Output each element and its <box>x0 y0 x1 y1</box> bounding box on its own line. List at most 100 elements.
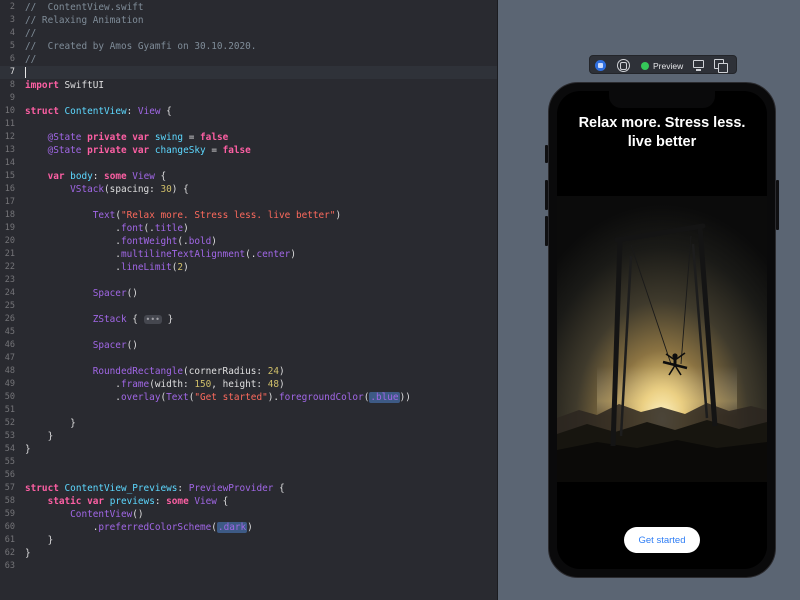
code-token: ) <box>211 236 217 247</box>
code-line[interactable]: 24 Spacer() <box>0 287 497 300</box>
code-line[interactable]: 13 @State private var changeSky = false <box>0 144 497 157</box>
code-token: Text <box>166 392 189 403</box>
code-token: private var <box>87 145 150 156</box>
code-line[interactable]: 10 struct ContentView: View { <box>0 105 497 118</box>
code-lines[interactable]: 2 // ContentView.swift 3 // Relaxing Animat… <box>0 1 497 573</box>
line-number: 53 <box>4 431 15 441</box>
code-token: @State <box>47 145 82 156</box>
code-token: // <box>25 28 37 39</box>
code-line[interactable]: 18 Text("Relax more. Stress less. live b… <box>0 209 497 222</box>
line-number: 4 <box>9 28 15 38</box>
code-line[interactable]: 21 .multilineTextAlignment(.center) <box>0 248 497 261</box>
line-number: 2 <box>9 2 15 12</box>
folded-code-button[interactable]: ••• <box>143 315 162 324</box>
code-token: . <box>25 223 121 234</box>
code-line[interactable]: 62} <box>0 547 497 560</box>
code-line[interactable]: 4 // <box>0 27 497 40</box>
code-line[interactable]: 25 <box>0 300 497 313</box>
code-line[interactable]: 52 } <box>0 417 497 430</box>
code-line[interactable]: 22 .lineLimit(2) <box>0 261 497 274</box>
code-token: } <box>25 444 31 455</box>
code-token: ) <box>335 210 342 221</box>
code-line[interactable]: 55 <box>0 456 497 469</box>
code-token: View <box>132 171 155 182</box>
code-line[interactable]: 2 // ContentView.swift <box>0 1 497 14</box>
code-text: } <box>25 443 31 456</box>
code-line[interactable]: 14 <box>0 157 497 170</box>
code-token: . <box>25 379 121 390</box>
code-text: } <box>25 430 54 443</box>
code-token: 24 <box>267 366 280 377</box>
code-line[interactable]: 26 ZStack { ••• } <box>0 313 497 326</box>
code-line[interactable]: 56 <box>0 469 497 482</box>
code-line[interactable]: 17 <box>0 196 497 209</box>
code-line[interactable]: 8 import SwiftUI <box>0 79 497 92</box>
phone-power-button <box>776 180 779 230</box>
code-token: ) <box>279 366 285 377</box>
code-token: (. <box>177 236 189 247</box>
code-token: swing <box>154 132 184 143</box>
line-number: 47 <box>4 353 15 363</box>
line-number: 60 <box>4 522 15 532</box>
code-token: { <box>160 106 172 117</box>
preview-label: Preview <box>653 60 684 71</box>
code-line[interactable]: 48 RoundedRectangle(cornerRadius: 24) <box>0 365 497 378</box>
duplicate-preview-icon[interactable] <box>714 59 728 73</box>
code-line[interactable]: 58 static var previews: some View { <box>0 495 497 508</box>
code-token: View <box>137 106 161 117</box>
line-number: 58 <box>4 496 15 506</box>
code-token: Spacer <box>92 340 127 351</box>
line-number: 8 <box>9 80 15 90</box>
device-settings-icon[interactable] <box>693 60 704 71</box>
code-editor[interactable]: 2 // ContentView.swift 3 // Relaxing Animat… <box>0 0 497 600</box>
code-line[interactable]: 57 struct ContentView_Previews: PreviewPr… <box>0 482 497 495</box>
code-line[interactable]: 3 // Relaxing Animation <box>0 14 497 27</box>
code-line[interactable]: 54} <box>0 443 497 456</box>
code-line[interactable]: 50 .overlay(Text("Get started").foregrou… <box>0 391 497 404</box>
code-token: } <box>25 548 31 559</box>
code-line[interactable]: 47 <box>0 352 497 365</box>
code-line[interactable]: 60 .preferredColorScheme(.dark) <box>0 521 497 534</box>
code-line[interactable]: 63 <box>0 560 497 573</box>
line-number: 48 <box>4 366 15 376</box>
code-line[interactable]: 49 .frame(width: 150, height: 48) <box>0 378 497 391</box>
code-line[interactable]: 46 Spacer() <box>0 339 497 352</box>
code-line[interactable]: 7 <box>0 66 497 79</box>
code-text: // Relaxing Animation <box>25 14 144 27</box>
code-line[interactable]: 20 .fontWeight(.bold) <box>0 235 497 248</box>
line-number: 54 <box>4 444 15 454</box>
code-line[interactable]: 23 <box>0 274 497 287</box>
code-line[interactable]: 11 <box>0 118 497 131</box>
code-token: ) <box>290 249 296 260</box>
line-number: 20 <box>4 236 15 246</box>
code-token: struct <box>25 106 59 117</box>
code-line[interactable]: 45 <box>0 326 497 339</box>
code-line[interactable]: 9 <box>0 92 497 105</box>
code-line[interactable]: 51 <box>0 404 497 417</box>
code-token: View <box>194 496 217 507</box>
code-line[interactable]: 15 var body: some View { <box>0 170 497 183</box>
inspect-preview-icon[interactable] <box>617 59 630 72</box>
code-token: )) <box>399 392 411 403</box>
preview-status-button[interactable]: Preview <box>641 59 683 72</box>
line-number: 57 <box>4 483 15 493</box>
code-text: Spacer() <box>25 339 138 352</box>
live-preview-icon[interactable] <box>595 60 606 71</box>
code-token: . <box>25 249 121 260</box>
code-line[interactable]: 53 } <box>0 430 497 443</box>
code-line[interactable]: 19 .font(.title) <box>0 222 497 235</box>
code-text: } <box>25 534 54 547</box>
code-line[interactable]: 16 VStack(spacing: 30) { <box>0 183 497 196</box>
code-token: Spacer <box>92 288 127 299</box>
code-token: preferredColorScheme <box>98 522 212 533</box>
code-line[interactable]: 12 @State private var swing = false <box>0 131 497 144</box>
code-token: title <box>154 223 184 234</box>
code-token: static var <box>47 496 105 507</box>
code-line[interactable]: 61 } <box>0 534 497 547</box>
get-started-button[interactable]: Get started <box>624 527 700 553</box>
code-line[interactable]: 59 ContentView() <box>0 508 497 521</box>
code-line[interactable]: 6 // <box>0 53 497 66</box>
line-number: 18 <box>4 210 15 220</box>
code-line[interactable]: 5 // Created by Amos Gyamfi on 30.10.2020… <box>0 40 497 53</box>
